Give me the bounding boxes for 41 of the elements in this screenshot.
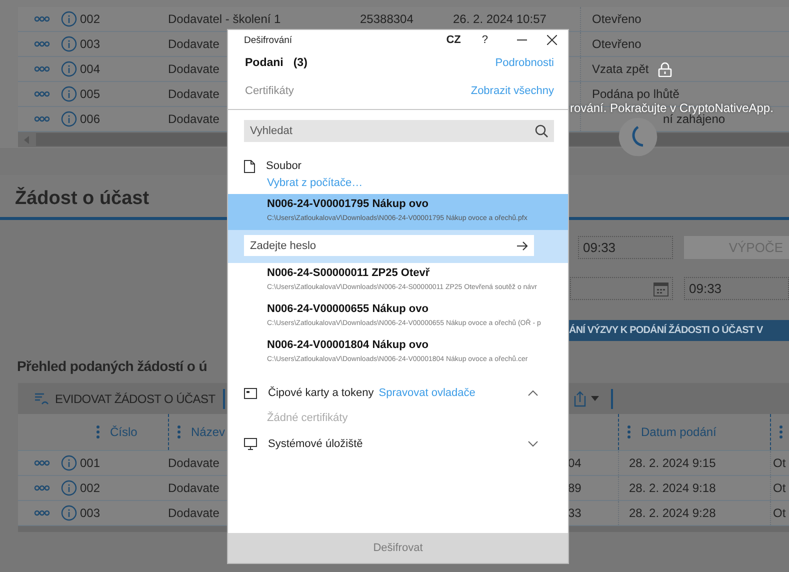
- table-cell: Dodavate: [168, 112, 220, 126]
- dialog-heading: Podani: [245, 57, 284, 69]
- table-cell: Dodavate: [168, 62, 220, 76]
- count-label: (3): [293, 57, 308, 69]
- table-cell: 28. 2. 2024 9:15: [629, 456, 716, 470]
- table-cell-text: 004: [80, 62, 102, 76]
- section-label: Systémové úložiště: [268, 438, 363, 450]
- section-title: Přehled podaných žádostí o ú: [17, 358, 207, 376]
- table-cell: 89: [568, 481, 582, 495]
- table-cell: 28. 2. 2024 9:28: [629, 506, 716, 520]
- certificates-label: Certifikáty: [245, 84, 294, 96]
- section-label: Soubor: [266, 160, 302, 172]
- table-cell: 28. 2. 2024 9:18: [629, 481, 716, 495]
- table-cell: Dodavate: [168, 481, 220, 495]
- section-title: Žádost o účast: [15, 188, 150, 210]
- table-cell-text: 002: [80, 12, 102, 26]
- section-label: Čipové karty a tokeny: [268, 387, 374, 399]
- table-cell: Ot: [773, 481, 786, 495]
- table-cell: Dodavate: [168, 87, 220, 101]
- table-cell: Ot: [773, 506, 786, 520]
- table-cell: Dodavate: [168, 506, 220, 520]
- table-cell: 33: [568, 506, 582, 520]
- table-cell: Otevřeno: [592, 12, 642, 26]
- table-cell-text: 002: [80, 481, 102, 495]
- table-cell: 25388304: [360, 12, 414, 26]
- table-cell: Vzata zpět: [592, 62, 649, 76]
- table-cell-text: 003: [80, 506, 102, 520]
- table-cell-text: 003: [80, 37, 102, 51]
- table-cell: Dodavate: [168, 456, 220, 470]
- table-cell-text: 006: [80, 112, 102, 126]
- empty-message: Žádné certifikáty: [267, 412, 349, 424]
- table-cell: 26. 2. 2024 10:57: [453, 12, 546, 26]
- table-cell-text: 001: [80, 456, 102, 470]
- status-message: rování. Pokračujte v CryptoNativeApp.: [570, 101, 774, 115]
- table-cell: Podána po lhůtě: [592, 87, 680, 101]
- table-cell: Otevřeno: [592, 37, 642, 51]
- table-cell: Dodavatel - školení 1: [168, 12, 281, 26]
- table-cell: Dodavate: [168, 37, 220, 51]
- window-title: Dešifrování: [244, 34, 292, 46]
- table-cell: Ot: [773, 456, 786, 470]
- table-cell-text: 005: [80, 87, 102, 101]
